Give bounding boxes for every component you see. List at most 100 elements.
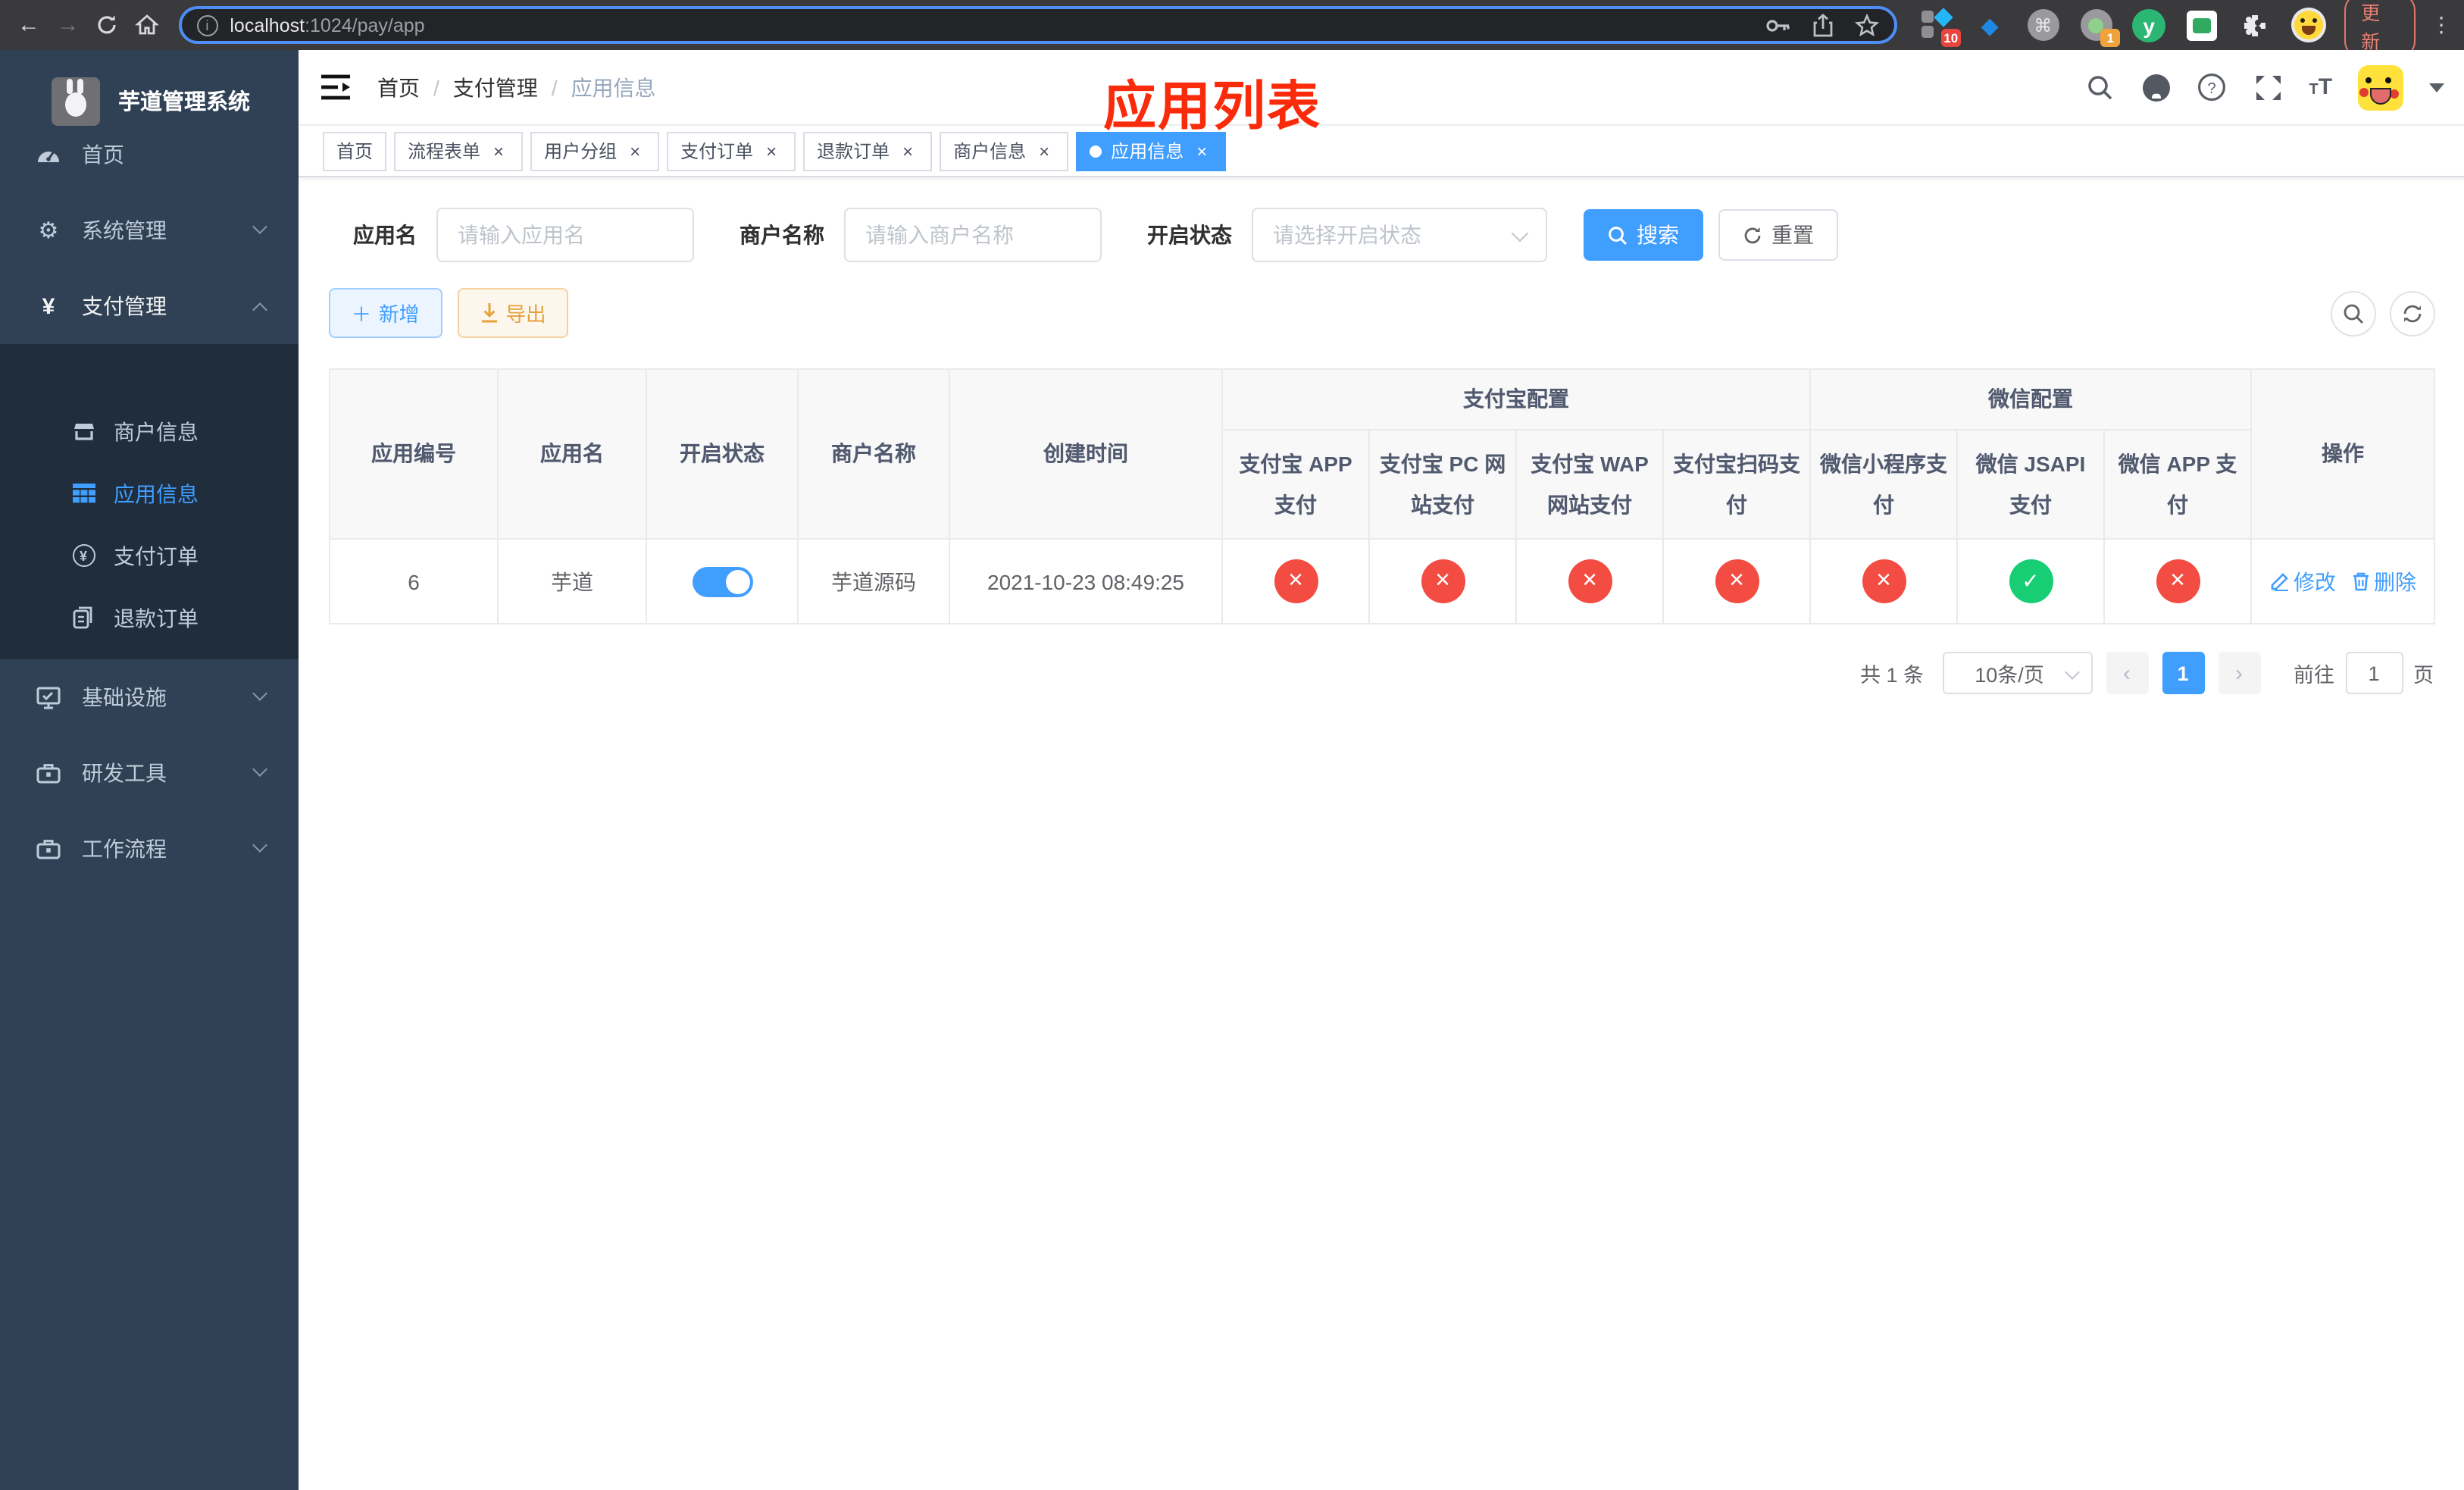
reload-icon[interactable] (88, 5, 127, 45)
page-number-button[interactable]: 1 (2162, 652, 2204, 694)
refresh-table-button[interactable] (2390, 290, 2436, 336)
cell-wechat-mini (1809, 538, 1958, 624)
sidebar-item-home[interactable]: 首页 (0, 117, 299, 193)
app-title: 芋道管理系统 (118, 91, 250, 115)
screen: ← → i localhost:1024/pay/app 10 ◆ ⌘ 1 y … (0, 0, 2464, 1490)
home-icon[interactable] (127, 5, 167, 45)
extensions-puzzle-icon[interactable] (2237, 7, 2273, 43)
breadcrumb-home[interactable]: 首页 (377, 72, 420, 102)
cell-alipay-wap (1515, 538, 1664, 624)
reset-button[interactable]: 重置 (1718, 209, 1838, 261)
url-host: localhost (230, 14, 305, 36)
search-button[interactable]: 搜索 (1584, 209, 1703, 261)
font-size-icon[interactable]: TT (2309, 74, 2332, 100)
tab-process-form[interactable]: 流程表单 × (394, 131, 524, 171)
dashboard-icon (30, 144, 67, 165)
help-question-icon[interactable]: ? (2197, 72, 2227, 102)
extension-recorder-icon[interactable]: 1 (2078, 7, 2121, 46)
extension-grid-icon[interactable]: 10 (1918, 7, 1962, 46)
github-icon[interactable] (2140, 72, 2171, 102)
sidebar-item-label: 研发工具 (82, 761, 167, 785)
goto-page-suffix: 页 (2413, 664, 2434, 687)
url-path: :1024/pay/app (305, 14, 425, 36)
fullscreen-icon[interactable] (2253, 72, 2283, 102)
sidebar-collapse-icon[interactable] (321, 72, 352, 102)
close-icon[interactable]: × (1191, 140, 1212, 161)
export-button[interactable]: 导出 (457, 288, 569, 338)
goto-label: 前往 (2294, 664, 2334, 687)
sidebar-item-infrastructure[interactable]: 基础设施 (0, 659, 299, 735)
cell-alipay-qr (1662, 538, 1811, 624)
tab-user-group[interactable]: 用户分组 × (530, 131, 660, 171)
tab-home[interactable]: 首页 (323, 131, 387, 171)
sidebar-item-pay-order[interactable]: ¥ 支付订单 (0, 524, 299, 587)
share-icon[interactable] (1812, 13, 1834, 37)
sidebar-item-label: 退款订单 (114, 606, 199, 630)
col-header-wechat-app: 微信 APP 支付 (2103, 429, 2253, 540)
extension-badge: 1 (2100, 28, 2121, 46)
main-area: 应用列表 首页 / 支付管理 / 应用信息 ? TT 首页 流程表单 × 用户分… (299, 50, 2464, 1490)
gear-icon: ⚙ (38, 218, 59, 244)
sidebar-item-label: 基础设施 (82, 685, 167, 709)
sidebar-item-system[interactable]: ⚙ 系统管理 (0, 193, 299, 268)
tab-pay-order[interactable]: 支付订单 × (667, 131, 796, 171)
sidebar-submenu-payment: 商户信息 应用信息 ¥ 支付订单 退款订单 (0, 344, 299, 659)
password-key-icon[interactable] (1765, 16, 1791, 34)
breadcrumb: 首页 / 支付管理 / 应用信息 (377, 72, 656, 102)
sidebar-item-payment[interactable]: ¥ 支付管理 (0, 268, 299, 344)
extension-y-icon[interactable]: y (2131, 7, 2167, 43)
sidebar-item-workflow[interactable]: 工作流程 (0, 811, 299, 887)
add-button[interactable]: ＋ 新增 (329, 288, 442, 338)
extension-command-icon[interactable]: ⌘ (2025, 7, 2061, 43)
next-page-button[interactable]: › (2218, 652, 2260, 694)
col-header-app-id: 应用编号 (329, 368, 499, 540)
cell-app-name: 芋道 (497, 538, 647, 624)
bookmark-star-icon[interactable] (1855, 13, 1880, 37)
sidebar-item-label: 支付管理 (82, 294, 167, 318)
edit-link[interactable]: 修改 (2269, 566, 2336, 596)
sidebar-item-app-info[interactable]: 应用信息 (0, 462, 299, 524)
sidebar-item-merchant-info[interactable]: 商户信息 (0, 400, 299, 462)
group-header-wechat: 微信配置 (1809, 368, 2253, 430)
extension-balloon-icon[interactable]: ◆ (1972, 7, 2008, 43)
url-bar[interactable]: i localhost:1024/pay/app (178, 6, 1898, 44)
extension-chat-icon[interactable] (2184, 7, 2220, 43)
prev-page-button[interactable]: ‹ (2106, 652, 2148, 694)
close-icon[interactable]: × (897, 140, 918, 161)
close-icon[interactable]: × (761, 140, 782, 161)
toggle-search-button[interactable] (2331, 290, 2377, 336)
tab-merchant-info[interactable]: 商户信息 × (940, 131, 1069, 171)
toolbox-icon (30, 762, 67, 784)
browser-menu-icon[interactable]: ⋮ (2431, 12, 2452, 38)
tab-refund-order[interactable]: 退款订单 × (803, 131, 933, 171)
user-avatar[interactable] (2358, 64, 2404, 110)
page-size-select[interactable]: 10条/页 (1942, 652, 2092, 694)
extensions-area: 10 ◆ ⌘ 1 y (1918, 7, 2326, 46)
merchant-name-input[interactable] (844, 208, 1102, 262)
profile-avatar-icon[interactable] (2290, 7, 2326, 43)
close-icon[interactable]: × (624, 140, 646, 161)
app-name-input[interactable] (436, 208, 694, 262)
grid-table-icon (67, 484, 100, 503)
close-icon[interactable]: × (1033, 140, 1055, 161)
delete-link[interactable]: 删除 (2351, 566, 2416, 596)
breadcrumb-current: 应用信息 (571, 75, 656, 99)
breadcrumb-payment[interactable]: 支付管理 (453, 72, 538, 102)
site-info-icon[interactable]: i (196, 14, 218, 36)
status-select[interactable]: 请选择开启状态 (1252, 208, 1547, 262)
header-search-icon[interactable] (2084, 72, 2115, 102)
app-table: 应用编号 应用名 开启状态 商户名称 创建时间 支付宝配置 微信配置 操作 支付… (329, 368, 2436, 624)
col-header-wechat-jsapi: 微信 JSAPI 支付 (1956, 429, 2105, 540)
sidebar-item-refund-order[interactable]: 退款订单 (0, 587, 299, 649)
briefcase-icon (30, 838, 67, 859)
sidebar-item-dev-tools[interactable]: 研发工具 (0, 735, 299, 811)
chevron-down-icon (252, 219, 267, 234)
back-icon[interactable]: ← (9, 5, 48, 45)
close-icon[interactable]: × (488, 140, 509, 161)
goto-page-input[interactable] (2345, 652, 2403, 694)
user-menu-caret-icon[interactable] (2429, 83, 2445, 92)
status-toggle[interactable] (692, 566, 752, 596)
page-annotation-title: 应用列表 (1103, 77, 1322, 136)
forward-icon[interactable]: → (48, 5, 88, 45)
col-header-app-name: 应用名 (497, 368, 647, 540)
